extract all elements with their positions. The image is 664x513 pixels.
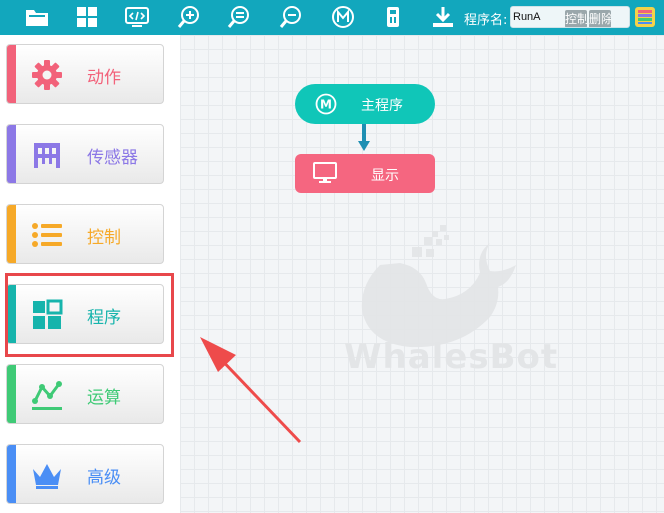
program-grid-icon[interactable] (74, 4, 100, 30)
main-program-block[interactable]: M 主程序 (295, 84, 435, 124)
category-action[interactable]: 动作 (6, 44, 164, 104)
category-color-strip (7, 445, 16, 503)
category-advanced[interactable]: 高级 (6, 444, 164, 504)
category-program[interactable]: 程序 (6, 284, 164, 344)
display-label: 显示 (371, 168, 399, 184)
zoom-reset-icon[interactable] (226, 4, 252, 30)
monitor-icon (313, 162, 337, 184)
category-color-strip (7, 45, 16, 103)
download-icon[interactable] (430, 4, 456, 30)
program-name-label: 程序名: (464, 13, 508, 28)
category-sidebar: 动作 传感器 控制 程序 运算 高级 (0, 35, 180, 513)
zoom-out-icon[interactable] (278, 4, 304, 30)
category-color-strip (7, 205, 16, 263)
category-label: 运算 (87, 388, 121, 408)
program-name-value: RunA (513, 11, 541, 23)
main-program-icon: M (315, 93, 337, 115)
open-folder-icon[interactable] (24, 4, 50, 30)
watermark-text: WhalesBot (344, 337, 559, 377)
connector-arrow (358, 141, 370, 151)
robot-icon[interactable] (380, 4, 406, 30)
chart-line-icon (29, 377, 65, 413)
zoom-in-icon[interactable] (176, 4, 202, 30)
display-block[interactable]: 显示 (295, 154, 435, 193)
category-color-strip (7, 285, 16, 343)
program-name-input[interactable]: RunA 控制 删除 (510, 6, 630, 28)
category-sensor[interactable]: 传感器 (6, 124, 164, 184)
category-label: 高级 (87, 468, 121, 488)
category-label: 程序 (87, 308, 121, 328)
main-program-label: 主程序 (361, 98, 403, 114)
category-label: 传感器 (87, 148, 138, 168)
category-control[interactable]: 控制 (6, 204, 164, 264)
category-operation[interactable]: 运算 (6, 364, 164, 424)
category-color-strip (7, 365, 16, 423)
crown-icon (29, 457, 65, 493)
category-label: 控制 (87, 228, 121, 248)
list-icon (29, 217, 65, 253)
gear-icon (29, 57, 65, 93)
category-color-strip (7, 125, 16, 183)
sensor-icon (29, 137, 65, 173)
code-monitor-icon[interactable] (124, 4, 150, 30)
delete-button[interactable]: 删除 (589, 10, 611, 27)
control-button[interactable]: 控制 (565, 10, 587, 27)
programming-workspace[interactable]: WhalesBot M 主程序 显示 (180, 35, 664, 513)
main-program-icon[interactable] (330, 4, 356, 30)
program-grid-icon (29, 297, 65, 333)
palette-icon[interactable] (634, 6, 656, 28)
category-label: 动作 (87, 68, 121, 88)
svg-text:M: M (320, 98, 332, 112)
top-toolbar: 程序名: RunA 控制 删除 (0, 0, 664, 35)
